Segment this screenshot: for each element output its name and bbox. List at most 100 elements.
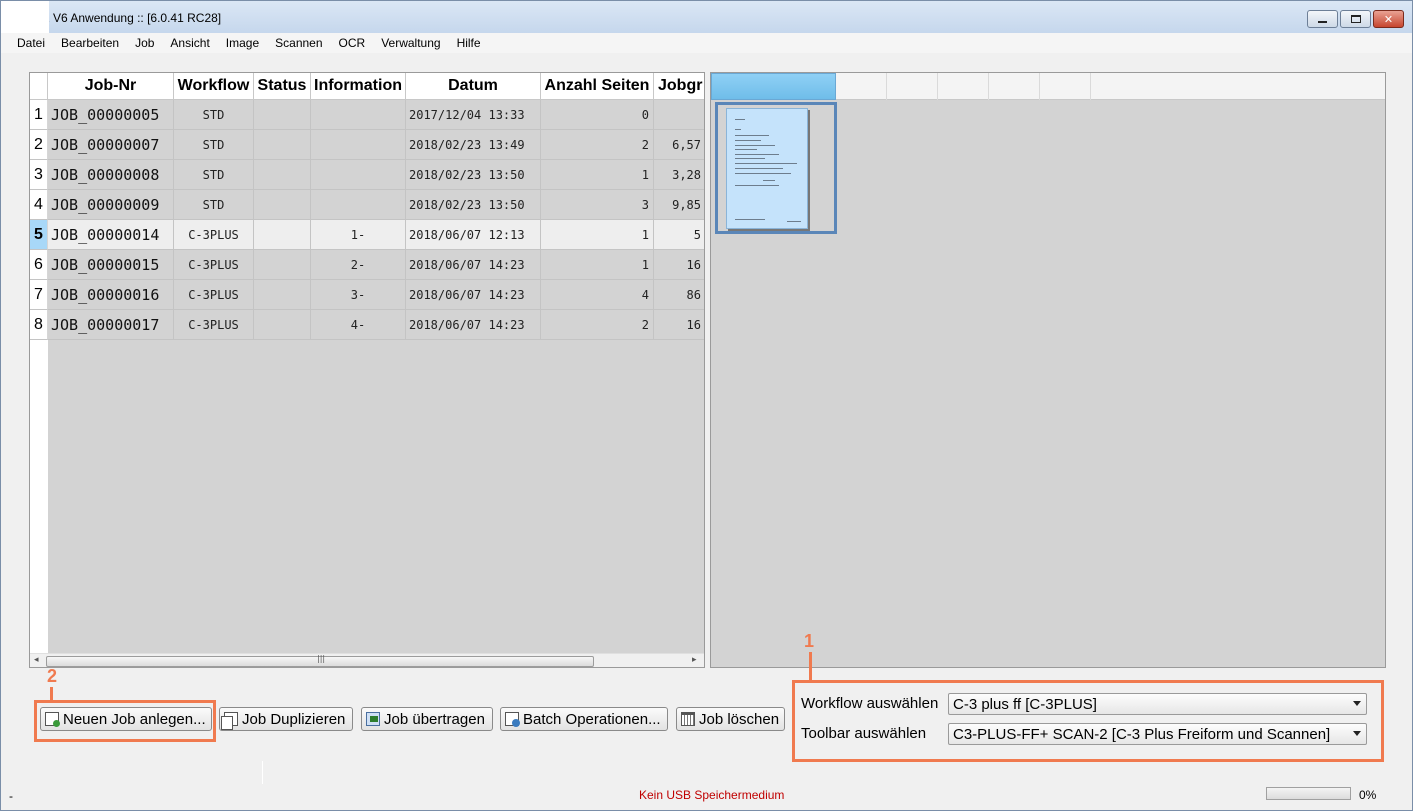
table-row[interactable]: 8 JOB_00000017 C-3PLUS 4- 2018/06/07 14:23 2 1… [30, 310, 704, 340]
table-row[interactable]: 2 JOB_00000007 STD 2018/02/23 13:49 2 6,57 [30, 130, 704, 160]
cell-job-nr: JOB_00000016 [48, 280, 174, 310]
cell-job-nr: JOB_00000007 [48, 130, 174, 160]
scroll-left-icon[interactable]: ◂ [34, 655, 39, 665]
progress-bar [1266, 787, 1351, 800]
menu-scannen[interactable]: Scannen [267, 36, 330, 50]
cell-status [254, 160, 311, 190]
column-header-workflow[interactable]: Workflow [174, 73, 254, 100]
menu-bearbeiten[interactable]: Bearbeiten [53, 36, 127, 50]
table-row[interactable]: 3 JOB_00000008 STD 2018/02/23 13:50 1 3,28 [30, 160, 704, 190]
minimize-button[interactable] [1307, 10, 1338, 28]
cell-information [311, 190, 406, 220]
close-button[interactable]: ✕ [1373, 10, 1404, 28]
usb-status-message: Kein USB Speichermedium [639, 788, 785, 802]
cell-anzahl-seiten: 2 [541, 130, 654, 160]
delete-job-button[interactable]: Job löschen [676, 707, 785, 731]
cell-workflow: STD [174, 190, 254, 220]
cell-information: 4- [311, 310, 406, 340]
title-mask [1, 1, 49, 35]
column-header-datum[interactable]: Datum [406, 73, 541, 100]
job-table[interactable]: Job-Nr Workflow Status Information Datum… [29, 72, 705, 668]
cell-jobgroesse: 5 [654, 220, 704, 250]
column-header-job-nr[interactable]: Job-Nr [48, 73, 174, 100]
batch-icon [505, 712, 520, 727]
batch-operations-label: Batch Operationen... [523, 710, 661, 728]
header-corner [30, 73, 48, 100]
preview-tab[interactable] [1040, 73, 1091, 100]
menu-datei[interactable]: Datei [1, 36, 53, 50]
column-header-anzahl-seiten[interactable]: Anzahl Seiten [541, 73, 654, 100]
callout-box-2 [34, 700, 216, 742]
menu-verwaltung[interactable]: Verwaltung [373, 36, 448, 50]
status-left-text: - [9, 789, 13, 803]
duplicate-job-button[interactable]: Job Duplizieren [219, 707, 353, 731]
maximize-button[interactable] [1340, 10, 1371, 28]
table-row[interactable]: 5 JOB_00000014 C-3PLUS 1- 2018/06/07 12:13 1 5 [30, 220, 704, 250]
cell-datum: 2018/06/07 14:23 [406, 250, 541, 280]
preview-tab[interactable] [989, 73, 1040, 100]
table-body: 1 JOB_00000005 STD 2017/12/04 13:33 0 2 JOB_00… [30, 100, 704, 340]
cell-information: 2- [311, 250, 406, 280]
column-header-information[interactable]: Information [311, 73, 406, 100]
cell-workflow: STD [174, 160, 254, 190]
table-row[interactable]: 4 JOB_00000009 STD 2018/02/23 13:50 3 9,85 [30, 190, 704, 220]
cell-status [254, 220, 311, 250]
cell-jobgroesse: 16 [654, 250, 704, 280]
cell-jobgroesse: 9,85 [654, 190, 704, 220]
cell-datum: 2018/06/07 12:13 [406, 220, 541, 250]
menu-hilfe[interactable]: Hilfe [449, 36, 489, 50]
horizontal-scrollbar[interactable]: ◂ ||| ▸ [30, 653, 704, 667]
batch-operations-button[interactable]: Batch Operationen... [500, 707, 668, 731]
menu-ocr[interactable]: OCR [331, 36, 374, 50]
close-icon: ✕ [1383, 12, 1394, 26]
table-row[interactable]: 7 JOB_00000016 C-3PLUS 3- 2018/06/07 14:23 4 8… [30, 280, 704, 310]
menu-ansicht[interactable]: Ansicht [162, 36, 217, 50]
cell-job-nr: JOB_00000009 [48, 190, 174, 220]
menu-image[interactable]: Image [218, 36, 267, 50]
cell-job-nr: JOB_00000015 [48, 250, 174, 280]
cell-workflow: STD [174, 100, 254, 130]
preview-tab[interactable] [938, 73, 989, 100]
cell-workflow: C-3PLUS [174, 220, 254, 250]
progress-percent: 0% [1359, 788, 1377, 802]
cell-job-nr: JOB_00000008 [48, 160, 174, 190]
preview-tab[interactable] [887, 73, 938, 100]
cell-status [254, 130, 311, 160]
cell-datum: 2018/02/23 13:50 [406, 190, 541, 220]
cell-anzahl-seiten: 2 [541, 310, 654, 340]
cell-information: 3- [311, 280, 406, 310]
cell-anzahl-seiten: 1 [541, 250, 654, 280]
trash-icon [681, 712, 695, 726]
row-header-filler [30, 340, 48, 653]
menu-job[interactable]: Job [127, 36, 162, 50]
cell-workflow: STD [174, 130, 254, 160]
cell-datum: 2018/06/07 14:23 [406, 280, 541, 310]
cell-workflow: C-3PLUS [174, 280, 254, 310]
transfer-icon [366, 712, 380, 726]
preview-tab-active[interactable] [711, 73, 836, 100]
duplicate-icon [221, 712, 238, 730]
cell-status [254, 280, 311, 310]
app-window: S-2 V6 Anwendung :: [6.0.41 RC28] ✕ Date… [0, 0, 1413, 811]
cell-jobgroesse: 16 [654, 310, 704, 340]
cell-anzahl-seiten: 1 [541, 160, 654, 190]
title-bar: S-2 V6 Anwendung :: [6.0.41 RC28] ✕ [1, 1, 1412, 35]
transfer-job-button[interactable]: Job übertragen [361, 707, 493, 731]
table-row[interactable]: 6 JOB_00000015 C-3PLUS 2- 2018/06/07 14:23 1 1… [30, 250, 704, 280]
cell-datum: 2018/06/07 14:23 [406, 310, 541, 340]
callout-leader-2 [50, 687, 53, 700]
window-title: S-2 V6 Anwendung :: [6.0.41 RC28] [31, 11, 222, 25]
scroll-right-icon[interactable]: ▸ [692, 655, 697, 665]
page-thumbnail-selected[interactable] [715, 102, 837, 234]
table-row[interactable]: 1 JOB_00000005 STD 2017/12/04 13:33 0 [30, 100, 704, 130]
callout-leader-1 [809, 652, 812, 680]
preview-panel [710, 72, 1386, 668]
row-number: 4 [30, 190, 48, 220]
cell-anzahl-seiten: 3 [541, 190, 654, 220]
scrollbar-grip-icon: ||| [317, 654, 326, 663]
preview-tab[interactable] [836, 73, 887, 100]
row-number: 2 [30, 130, 48, 160]
column-header-jobgroesse[interactable]: Jobgr [654, 73, 704, 100]
column-header-status[interactable]: Status [254, 73, 311, 100]
cell-datum: 2017/12/04 13:33 [406, 100, 541, 130]
